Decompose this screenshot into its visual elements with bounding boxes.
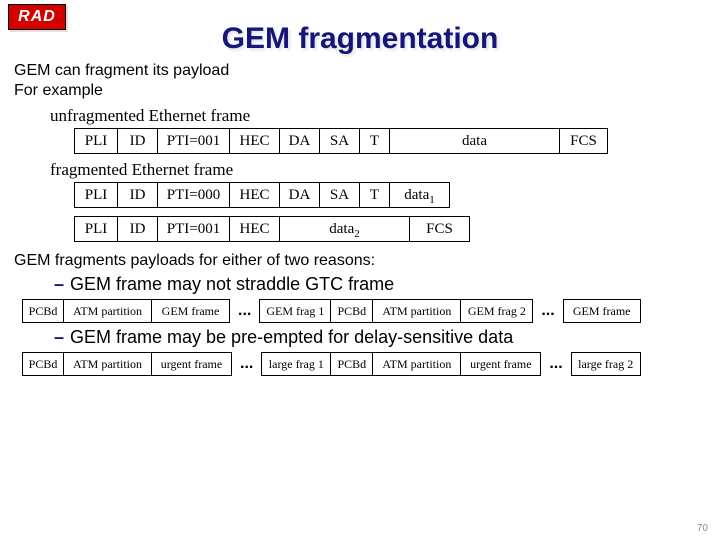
subhead-fragmented: fragmented Ethernet frame — [50, 160, 706, 180]
intro-line-2: For example — [14, 82, 706, 100]
bullet-2: –GEM frame may be pre-empted for delay-s… — [54, 327, 706, 348]
gcell-atm2: ATM partition — [373, 299, 461, 323]
gcell-pcbd: PCBd — [22, 299, 64, 323]
data1-base: data — [404, 187, 429, 203]
gcell-frag2: GEM frag 2 — [461, 299, 533, 323]
page-title: GEM fragmentation — [0, 0, 720, 60]
cell-fcs: FCS — [560, 128, 608, 154]
gcell-urgent: urgent frame — [152, 352, 232, 376]
reasons-intro: GEM fragments payloads for either of two… — [14, 252, 706, 270]
ellipsis-icon: ... — [541, 353, 570, 375]
bullet-1-text: GEM frame may not straddle GTC frame — [70, 274, 394, 294]
gcell-large1: large frag 1 — [261, 352, 331, 376]
ellipsis-icon: ... — [533, 300, 562, 322]
cell-pti: PTI=000 — [158, 182, 230, 208]
cell-hec: HEC — [230, 216, 280, 242]
cell-pti: PTI=001 — [158, 216, 230, 242]
gcell-pcbd2: PCBd — [331, 299, 373, 323]
cell-da: DA — [280, 128, 320, 154]
cell-pli: PLI — [74, 128, 118, 154]
logo: RAD — [8, 4, 66, 30]
gtc-row-2: PCBd ATM partition urgent frame ... larg… — [22, 352, 706, 376]
bullet-dash-icon: – — [54, 274, 64, 294]
ellipsis-icon: ... — [230, 300, 259, 322]
cell-hec: HEC — [230, 128, 280, 154]
bullet-2-text: GEM frame may be pre-empted for delay-se… — [70, 327, 513, 347]
bullet-dash-icon: – — [54, 327, 64, 347]
cell-data2: data2 — [280, 216, 410, 242]
gcell-frag1: GEM frag 1 — [259, 299, 331, 323]
cell-data1: data1 — [390, 182, 450, 208]
cell-t: T — [360, 182, 390, 208]
gcell-gem2: GEM frame — [563, 299, 641, 323]
subhead-unfragmented: unfragmented Ethernet frame — [50, 106, 706, 126]
frame-fragment-1: PLI ID PTI=000 HEC DA SA T data1 — [74, 182, 706, 208]
gcell-urgent2: urgent frame — [461, 352, 541, 376]
cell-hec: HEC — [230, 182, 280, 208]
ellipsis-icon: ... — [232, 353, 261, 375]
cell-pli: PLI — [74, 182, 118, 208]
cell-fcs: FCS — [410, 216, 470, 242]
data2-sub: 2 — [354, 228, 360, 240]
cell-pli: PLI — [74, 216, 118, 242]
bullet-1: –GEM frame may not straddle GTC frame — [54, 274, 706, 295]
intro-line-1: GEM can fragment its payload — [14, 62, 706, 80]
gtc-row-1: PCBd ATM partition GEM frame ... GEM fra… — [22, 299, 706, 323]
data1-sub: 1 — [429, 194, 435, 206]
gcell-gem: GEM frame — [152, 299, 230, 323]
data2-base: data — [329, 221, 354, 237]
cell-id: ID — [118, 182, 158, 208]
gcell-pcbd: PCBd — [22, 352, 64, 376]
gcell-pcbd2: PCBd — [331, 352, 373, 376]
frame-unfragmented: PLI ID PTI=001 HEC DA SA T data FCS — [74, 128, 706, 154]
gcell-atm2: ATM partition — [373, 352, 461, 376]
page-number: 70 — [697, 523, 708, 534]
cell-data: data — [390, 128, 560, 154]
cell-id: ID — [118, 216, 158, 242]
cell-sa: SA — [320, 128, 360, 154]
cell-sa: SA — [320, 182, 360, 208]
cell-id: ID — [118, 128, 158, 154]
cell-da: DA — [280, 182, 320, 208]
cell-t: T — [360, 128, 390, 154]
gcell-atm: ATM partition — [64, 352, 152, 376]
cell-pti: PTI=001 — [158, 128, 230, 154]
frame-fragment-2: PLI ID PTI=001 HEC data2 FCS — [74, 216, 706, 242]
gcell-atm: ATM partition — [64, 299, 152, 323]
gcell-large2: large frag 2 — [571, 352, 641, 376]
